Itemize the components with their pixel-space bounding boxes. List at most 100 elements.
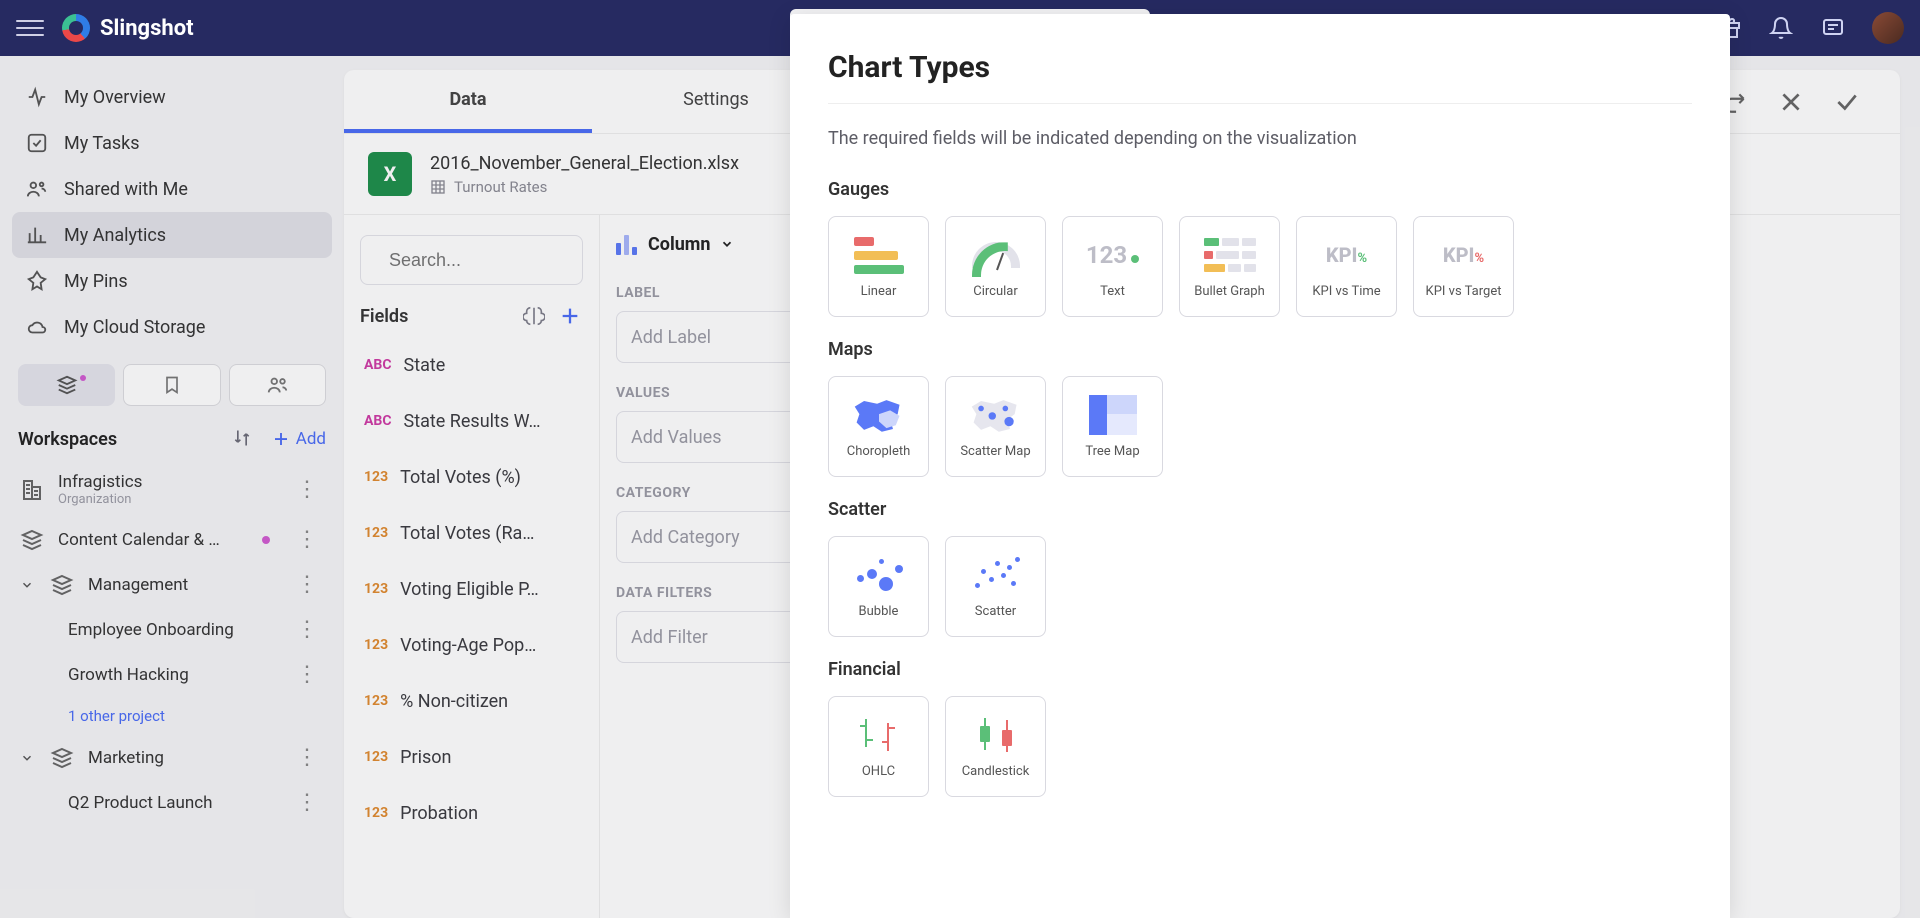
nav-my-tasks[interactable]: My Tasks: [12, 120, 332, 166]
more-icon[interactable]: ⋮: [290, 662, 324, 687]
chart-type-scatter[interactable]: Scatter: [945, 536, 1046, 637]
field-item[interactable]: 123Total Votes (Ra…: [360, 507, 583, 559]
number-type-icon: 123: [364, 805, 388, 821]
category-drop-zone[interactable]: Add Category: [616, 511, 803, 563]
group-financial: Financial: [828, 659, 1686, 680]
nav-label: My Cloud Storage: [64, 317, 205, 338]
field-item[interactable]: 123Voting Eligible P…: [360, 563, 583, 615]
group-scatter: Scatter: [828, 499, 1686, 520]
more-icon[interactable]: ⋮: [290, 745, 324, 770]
field-name: Voting-Age Pop…: [400, 635, 579, 656]
sort-icon[interactable]: [232, 428, 254, 450]
side-btn-bookmark[interactable]: [123, 364, 220, 406]
group-gauges: Gauges: [828, 179, 1686, 200]
number-type-icon: 123: [364, 637, 388, 653]
tab-data[interactable]: Data: [344, 70, 592, 133]
menu-toggle[interactable]: [16, 14, 44, 42]
nav-my-overview[interactable]: My Overview: [12, 74, 332, 120]
excel-file-icon: X: [368, 152, 412, 196]
more-icon[interactable]: ⋮: [290, 527, 324, 552]
chart-type-linear[interactable]: Linear: [828, 216, 929, 317]
app-logo[interactable]: Slingshot: [62, 14, 194, 42]
user-avatar[interactable]: [1872, 12, 1904, 44]
workspaces-title: Workspaces: [18, 429, 232, 450]
app-name: Slingshot: [100, 16, 194, 41]
chart-type-tree-map[interactable]: Tree Map: [1062, 376, 1163, 477]
nav-shared-with-me[interactable]: Shared with Me: [12, 166, 332, 212]
bell-icon[interactable]: [1768, 15, 1794, 41]
nav-label: My Pins: [64, 271, 128, 292]
workspace-item-management[interactable]: Management ⋮: [12, 562, 332, 607]
chart-type-text[interactable]: 123 Text: [1062, 216, 1163, 317]
side-btn-collections[interactable]: [18, 364, 115, 406]
workspace-item-q2-product-launch[interactable]: Q2 Product Launch ⋮: [12, 780, 332, 825]
more-icon[interactable]: ⋮: [290, 617, 324, 642]
section-label-label: LABEL: [616, 285, 803, 301]
chart-type-scatter-map[interactable]: Scatter Map: [945, 376, 1046, 477]
values-drop-zone[interactable]: Add Values: [616, 411, 803, 463]
chart-type-candlestick[interactable]: Candlestick: [945, 696, 1046, 797]
workspace-item-content-calendar[interactable]: Content Calendar & … ⋮: [12, 517, 332, 562]
side-btn-people[interactable]: [229, 364, 326, 406]
more-icon[interactable]: ⋮: [290, 477, 324, 502]
workspace-more-projects-link[interactable]: 1 other project: [12, 697, 332, 735]
workspace-item-employee-onboarding[interactable]: Employee Onboarding ⋮: [12, 607, 332, 652]
field-item[interactable]: 123Total Votes (%): [360, 451, 583, 503]
nav-my-pins[interactable]: My Pins: [12, 258, 332, 304]
add-field-icon[interactable]: [557, 303, 583, 329]
workspace-item-marketing[interactable]: Marketing ⋮: [12, 735, 332, 780]
field-item[interactable]: 123% Non-citizen: [360, 675, 583, 727]
field-item[interactable]: 123 Probation: [360, 787, 583, 839]
chart-type-circular[interactable]: Circular: [945, 216, 1046, 317]
nav-my-cloud-storage[interactable]: My Cloud Storage: [12, 304, 332, 350]
nav-label: My Tasks: [64, 133, 140, 154]
chat-icon[interactable]: [1820, 15, 1846, 41]
number-type-icon: 123: [364, 749, 388, 765]
popup-title: Chart Types: [828, 50, 1692, 104]
field-search[interactable]: [360, 235, 583, 285]
nav-label: My Analytics: [64, 225, 166, 246]
more-icon[interactable]: ⋮: [290, 790, 324, 815]
workspace-item-infragistics[interactable]: Infragistics Organization ⋮: [12, 462, 332, 517]
chart-type-choropleth[interactable]: Choropleth: [828, 376, 929, 477]
cloud-icon: [26, 316, 48, 338]
section-label-data-filters: DATA FILTERS: [616, 585, 803, 601]
visualization-type-selector[interactable]: Column: [616, 229, 803, 263]
building-icon: [20, 478, 44, 502]
chart-type-kpi-vs-time[interactable]: KPI% KPI vs Time: [1296, 216, 1397, 317]
field-item[interactable]: ABCState: [360, 339, 583, 391]
workspaces-add[interactable]: Add: [272, 429, 326, 449]
chevron-down-icon: [20, 750, 36, 766]
chart-type-kpi-vs-target[interactable]: KPI% KPI vs Target: [1413, 216, 1514, 317]
status-dot: [262, 536, 270, 544]
label-drop-zone[interactable]: Add Label: [616, 311, 803, 363]
chart-type-bullet-graph[interactable]: Bullet Graph: [1179, 216, 1280, 317]
field-item[interactable]: ABCState Results W…: [360, 395, 583, 447]
field-item[interactable]: 123Prison: [360, 731, 583, 783]
chevron-down-icon: [720, 237, 734, 251]
share-people-icon: [26, 178, 48, 200]
confirm-icon[interactable]: [1834, 89, 1860, 115]
filter-drop-zone[interactable]: Add Filter: [616, 611, 803, 663]
workspace-item-growth-hacking[interactable]: Growth Hacking ⋮: [12, 652, 332, 697]
brain-icon[interactable]: [521, 303, 547, 329]
chart-type-ohlc[interactable]: OHLC: [828, 696, 929, 797]
layers-icon: [20, 528, 44, 552]
close-icon[interactable]: [1778, 89, 1804, 115]
more-icon[interactable]: ⋮: [290, 572, 324, 597]
field-name: State: [404, 355, 579, 376]
search-input[interactable]: [389, 250, 621, 271]
nav-my-analytics[interactable]: My Analytics: [12, 212, 332, 258]
number-type-icon: 123: [364, 581, 388, 597]
file-name: 2016_November_General_Election.xlsx: [430, 153, 739, 174]
layers-icon: [50, 746, 74, 770]
chart-type-bubble[interactable]: Bubble: [828, 536, 929, 637]
text-type-icon: ABC: [364, 413, 392, 429]
field-item[interactable]: 123 Voting-Age Pop…: [360, 619, 583, 671]
activity-icon: [26, 86, 48, 108]
section-label-category: CATEGORY: [616, 485, 803, 501]
field-name: Probation: [400, 803, 579, 824]
sheet-name: Turnout Rates: [454, 178, 547, 196]
pin-icon: [26, 270, 48, 292]
nav-label: Shared with Me: [64, 179, 188, 200]
